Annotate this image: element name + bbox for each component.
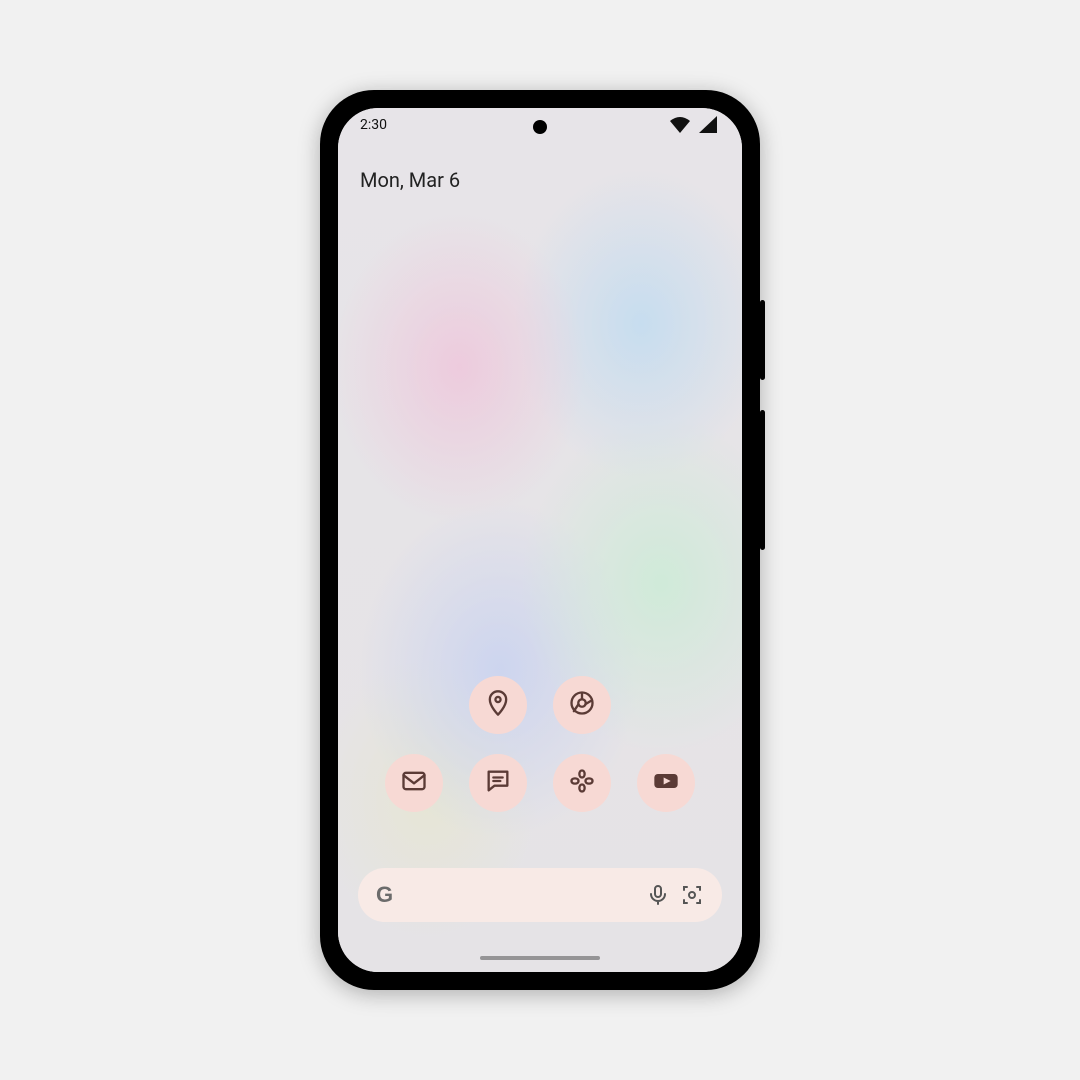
google-g-icon: G	[376, 882, 393, 908]
power-button[interactable]	[760, 300, 765, 380]
date-widget[interactable]: Mon, Mar 6	[360, 168, 460, 192]
stage: 2:30 Mon, Mar 6	[0, 0, 1080, 1080]
maps-icon	[484, 689, 512, 721]
app-row-2	[385, 754, 695, 812]
volume-button[interactable]	[760, 410, 765, 550]
maps-app[interactable]	[469, 676, 527, 734]
photos-icon	[568, 767, 596, 799]
search-bar[interactable]: G	[358, 868, 722, 922]
mic-icon[interactable]	[646, 883, 670, 907]
app-icon-grid	[338, 676, 742, 812]
status-time: 2:30	[360, 117, 387, 133]
gmail-app[interactable]	[385, 754, 443, 812]
phone-frame: 2:30 Mon, Mar 6	[320, 90, 760, 990]
youtube-icon	[652, 767, 680, 799]
messages-app[interactable]	[469, 754, 527, 812]
photos-app[interactable]	[553, 754, 611, 812]
wifi-icon	[668, 113, 692, 137]
home-layer: 2:30 Mon, Mar 6	[338, 108, 742, 972]
youtube-app[interactable]	[637, 754, 695, 812]
cellular-icon	[696, 113, 720, 137]
chrome-icon	[568, 689, 596, 721]
screen: 2:30 Mon, Mar 6	[338, 108, 742, 972]
chrome-app[interactable]	[553, 676, 611, 734]
status-icons	[668, 113, 720, 137]
gmail-icon	[400, 767, 428, 799]
app-row-1	[469, 676, 611, 734]
lens-icon[interactable]	[680, 883, 704, 907]
messages-icon	[484, 767, 512, 799]
status-bar: 2:30	[338, 108, 742, 142]
gesture-nav-handle[interactable]	[480, 956, 600, 960]
